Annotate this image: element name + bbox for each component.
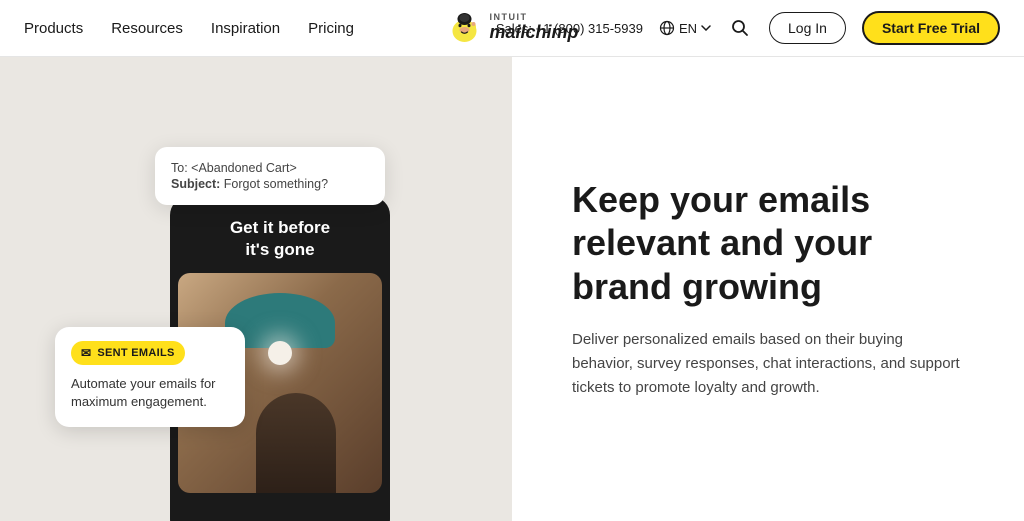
nav-products[interactable]: Products (24, 20, 83, 37)
search-icon (731, 19, 749, 37)
subject-value: Forgot something? (224, 177, 328, 191)
start-trial-button[interactable]: Start Free Trial (862, 11, 1000, 45)
language-label: EN (679, 21, 697, 36)
email-to-line: To: <Abandoned Cart> (171, 161, 369, 175)
logo-text: INTUIT mailchimp (489, 13, 578, 43)
nav-center-logo: INTUIT mailchimp (445, 9, 578, 47)
subject-label: Subject: (171, 177, 220, 191)
sent-emails-badge: ✉ SENT EMAILS (71, 341, 185, 365)
envelope-icon: ✉ (81, 346, 91, 360)
nav-resources[interactable]: Resources (111, 20, 183, 37)
right-content: Keep your emails relevant and your brand… (572, 178, 964, 400)
nav-inspiration[interactable]: Inspiration (211, 20, 280, 37)
sent-emails-description: Automate your emails for maximum engagem… (71, 375, 229, 411)
right-description: Deliver personalized emails based on the… (572, 328, 964, 400)
lamp-hand (256, 393, 336, 493)
search-button[interactable] (727, 15, 753, 41)
globe-icon (659, 20, 675, 36)
phone-card-header: Get it before it's gone (170, 197, 390, 273)
sent-emails-card: ✉ SENT EMAILS Automate your emails for m… (55, 327, 245, 427)
sent-emails-badge-label: SENT EMAILS (97, 347, 174, 359)
navbar: Products Resources Inspiration Pricing I… (0, 0, 1024, 57)
right-panel: Keep your emails relevant and your brand… (512, 57, 1024, 521)
login-button[interactable]: Log In (769, 12, 846, 44)
left-panel: To: <Abandoned Cart> Subject: Forgot som… (0, 57, 512, 521)
logo[interactable]: INTUIT mailchimp (445, 9, 578, 47)
nav-pricing[interactable]: Pricing (308, 20, 354, 37)
email-preview-card: To: <Abandoned Cart> Subject: Forgot som… (155, 147, 385, 205)
logo-mailchimp-text: mailchimp (489, 23, 578, 43)
main-content: To: <Abandoned Cart> Subject: Forgot som… (0, 57, 1024, 521)
chevron-down-icon (701, 25, 711, 31)
email-subject-line: Subject: Forgot something? (171, 177, 369, 191)
nav-language-selector[interactable]: EN (659, 20, 711, 36)
phone-card-text-line2: it's gone (186, 239, 374, 261)
mailchimp-logo-icon (445, 9, 483, 47)
right-heading: Keep your emails relevant and your brand… (572, 178, 964, 308)
lamp-bulb (268, 341, 292, 365)
nav-left: Products Resources Inspiration Pricing (24, 20, 354, 37)
phone-card-text-line1: Get it before (186, 217, 374, 239)
